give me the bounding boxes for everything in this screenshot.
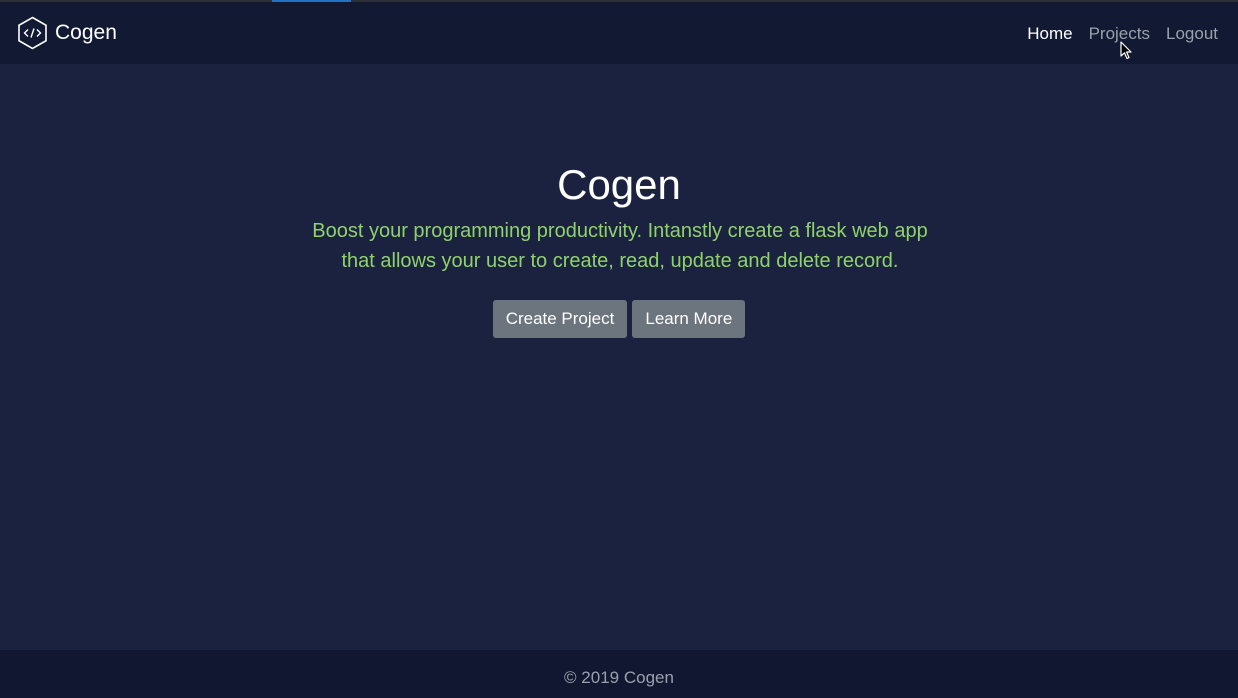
nav-link-home[interactable]: Home (1027, 23, 1072, 45)
code-hexagon-icon (17, 16, 48, 50)
learn-more-button[interactable]: Learn More (632, 300, 746, 338)
footer: © 2019 Cogen (0, 650, 1238, 698)
nav-link-projects[interactable]: Projects (1089, 23, 1150, 45)
hero-title: Cogen (557, 161, 681, 208)
hero-lead-line-2: that allows your user to create, read, u… (341, 250, 899, 272)
create-project-button[interactable]: Create Project (492, 300, 628, 338)
hero-buttons: Create Project Learn More (0, 300, 1238, 338)
hero-lead-text: Boost your programming productivity. Int… (300, 216, 940, 276)
brand-name: Cogen (55, 21, 117, 44)
nav-links: Home Projects Logout (1027, 23, 1218, 45)
navbar: Cogen Home Projects Logout (0, 2, 1238, 64)
hero-lead-line-1: Boost your programming productivity. Int… (312, 220, 928, 242)
nav-link-logout[interactable]: Logout (1166, 23, 1218, 45)
copyright-text: © 2019 Cogen (564, 668, 674, 687)
brand-link[interactable]: Cogen (17, 16, 117, 50)
hero-section: Cogen Boost your programming productivit… (0, 64, 1238, 650)
